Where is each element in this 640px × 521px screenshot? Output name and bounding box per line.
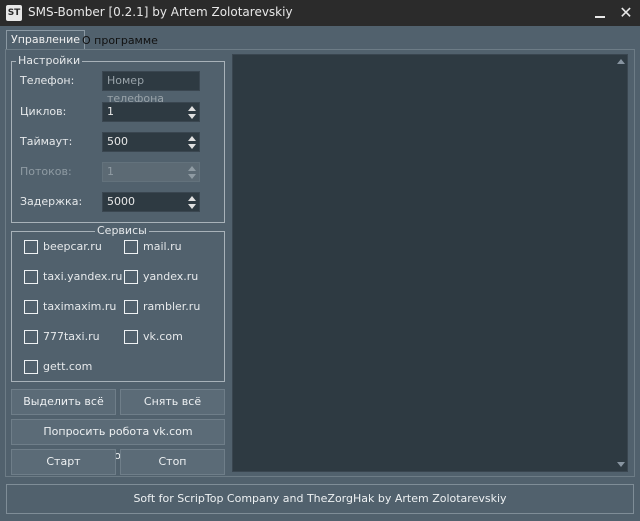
timeout-spinbox[interactable]: 500 bbox=[102, 132, 200, 152]
checkbox-box-icon[interactable] bbox=[24, 270, 38, 284]
settings-group-title: Настройки bbox=[16, 54, 83, 67]
checkbox-label: beepcar.ru bbox=[43, 240, 102, 253]
timeout-label: Таймаут: bbox=[20, 135, 73, 148]
window-title: SMS-Bomber [0.2.1] by Artem Zolotarevski… bbox=[28, 5, 293, 19]
vk-robot-call-button[interactable]: Попросить робота vk.com позвонить bbox=[11, 419, 225, 462]
main-window: ST SMS-Bomber [0.2.1] by Artem Zolotarev… bbox=[0, 0, 640, 521]
threads-value: 1 bbox=[107, 165, 114, 178]
checkbox-box-icon[interactable] bbox=[24, 330, 38, 344]
checkbox-label: vk.com bbox=[143, 330, 183, 343]
select-all-button[interactable]: Выделить всё bbox=[11, 389, 116, 415]
stop-button[interactable]: Стоп bbox=[120, 449, 225, 475]
deselect-all-button[interactable]: Снять всё bbox=[120, 389, 225, 415]
log-output[interactable] bbox=[232, 54, 628, 472]
delay-spin-arrows-icon[interactable] bbox=[187, 194, 197, 210]
threads-spinbox: 1 bbox=[102, 162, 200, 182]
scroll-down-icon[interactable] bbox=[617, 462, 625, 467]
checkbox-label: rambler.ru bbox=[143, 300, 201, 313]
phone-input[interactable]: Номер телефона bbox=[102, 71, 200, 105]
threads-label: Потоков: bbox=[20, 165, 72, 178]
checkbox-label: taxi.yandex.ru bbox=[43, 270, 123, 283]
cycles-label: Циклов: bbox=[20, 105, 67, 118]
phone-label: Телефон: bbox=[20, 74, 75, 87]
checkbox-label: taximaxim.ru bbox=[43, 300, 117, 313]
cycles-spinbox[interactable]: 1 bbox=[102, 102, 200, 122]
checkbox-box-icon[interactable] bbox=[124, 330, 138, 344]
services-group-title: Сервисы bbox=[95, 224, 149, 237]
start-button[interactable]: Старт bbox=[11, 449, 116, 475]
services-group: Сервисы beepcar.ru mail.ru taxi.yandex.r… bbox=[11, 224, 225, 382]
cycles-value: 1 bbox=[107, 105, 114, 118]
delay-spinbox[interactable]: 5000 bbox=[102, 192, 200, 212]
minimize-button[interactable] bbox=[586, 0, 614, 26]
close-button[interactable]: ✕ bbox=[612, 0, 640, 26]
delay-label: Задержка: bbox=[20, 195, 83, 208]
status-bar: Soft for ScripTop Company and TheZorgHak… bbox=[6, 484, 634, 514]
checkbox-label: yandex.ru bbox=[143, 270, 199, 283]
title-bar[interactable]: ST SMS-Bomber [0.2.1] by Artem Zolotarev… bbox=[0, 0, 640, 26]
timeout-spin-arrows-icon[interactable] bbox=[187, 134, 197, 150]
tab-bar: Управление О программе bbox=[0, 26, 640, 50]
timeout-value: 500 bbox=[107, 135, 128, 148]
delay-value: 5000 bbox=[107, 195, 135, 208]
log-scrollbar[interactable] bbox=[617, 57, 625, 469]
app-icon: ST bbox=[6, 5, 22, 21]
checkbox-box-icon[interactable] bbox=[124, 240, 138, 254]
threads-spin-arrows-icon bbox=[187, 164, 197, 180]
cycles-spin-arrows-icon[interactable] bbox=[187, 104, 197, 120]
control-page: Настройки Телефон: Номер телефона Циклов… bbox=[5, 49, 635, 477]
checkbox-label: mail.ru bbox=[143, 240, 182, 253]
checkbox-box-icon[interactable] bbox=[24, 300, 38, 314]
settings-group: Настройки Телефон: Номер телефона Циклов… bbox=[11, 54, 225, 223]
checkbox-label: gett.com bbox=[43, 360, 93, 373]
checkbox-box-icon[interactable] bbox=[124, 270, 138, 284]
checkbox-box-icon[interactable] bbox=[124, 300, 138, 314]
checkbox-label: 777taxi.ru bbox=[43, 330, 100, 343]
checkbox-box-icon[interactable] bbox=[24, 240, 38, 254]
scroll-up-icon[interactable] bbox=[617, 59, 625, 64]
tab-control[interactable]: Управление bbox=[6, 30, 86, 50]
checkbox-box-icon[interactable] bbox=[24, 360, 38, 374]
